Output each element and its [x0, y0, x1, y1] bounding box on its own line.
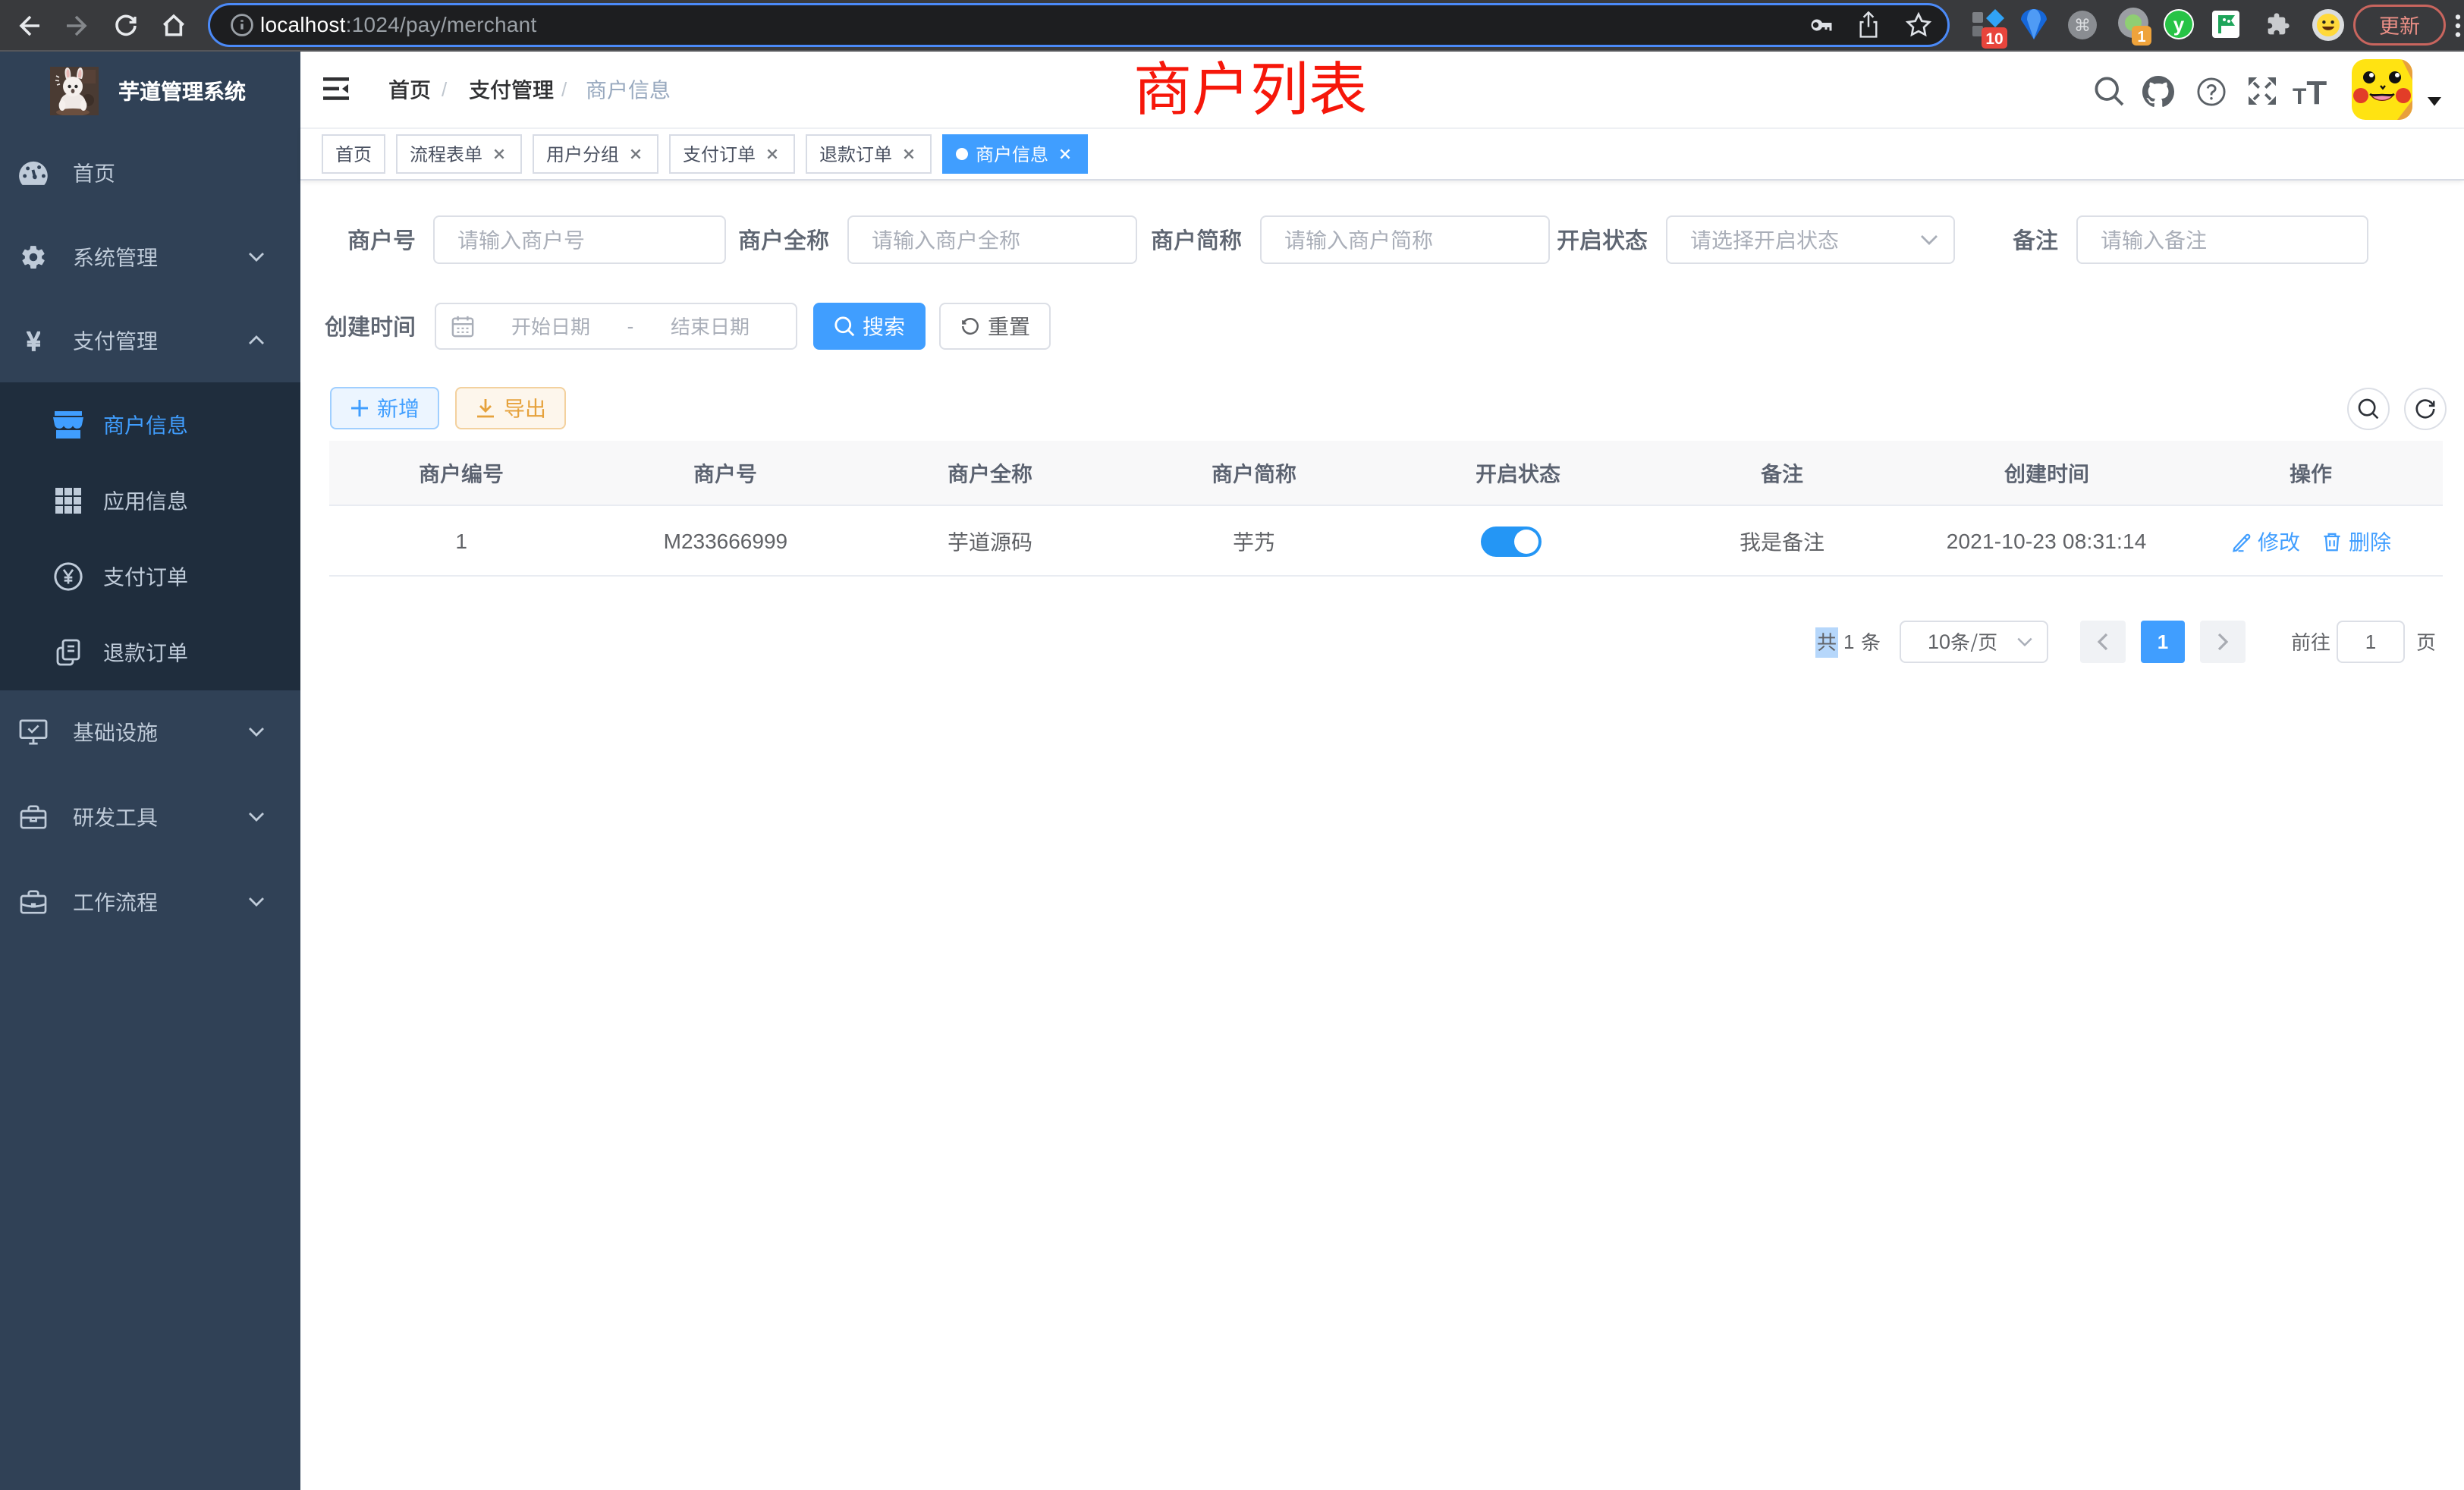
svg-text:⌘: ⌘ [2074, 16, 2091, 35]
svg-text:1: 1 [2137, 29, 2145, 46]
svg-text:y: y [2173, 13, 2185, 36]
svg-text:10: 10 [1985, 30, 2003, 48]
